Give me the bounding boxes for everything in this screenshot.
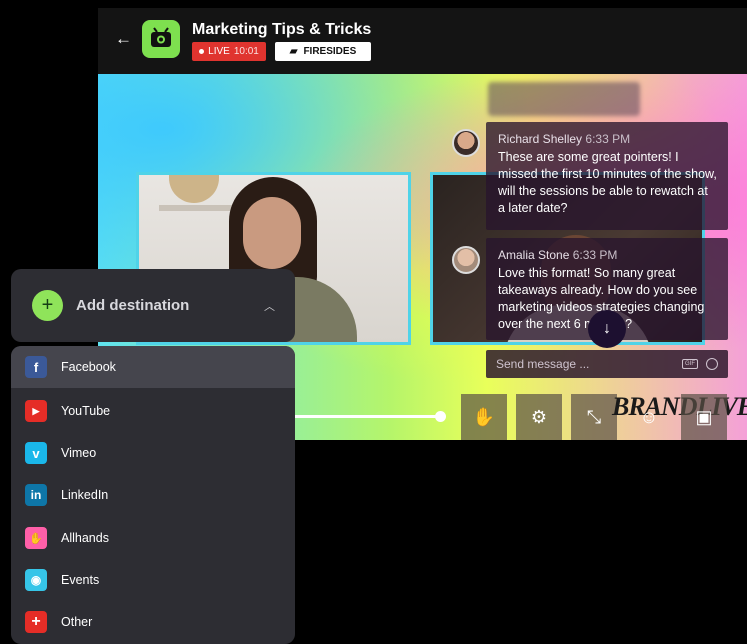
chat-author: Richard Shelley — [498, 132, 583, 146]
linkedin-icon: in — [25, 484, 47, 506]
volume-slider-track[interactable] — [294, 415, 440, 418]
chat-time: 6:33 PM — [572, 248, 618, 262]
arrow-down-icon: ↓ — [603, 320, 611, 337]
tv-icon — [151, 27, 171, 47]
facebook-icon: f — [25, 356, 47, 378]
chat-author: Amalia Stone — [498, 248, 570, 262]
chat-message: Richard Shelley 6:33 PM These are some g… — [486, 122, 728, 230]
blurred-caption — [488, 82, 640, 116]
emoji-add-icon: ☺ — [639, 406, 659, 427]
avatar — [452, 246, 480, 274]
raise-hand-off-button[interactable]: ✋ — [461, 394, 507, 440]
show-logo — [142, 20, 180, 58]
youtube-icon: ▶ — [25, 400, 47, 422]
live-dot-icon — [199, 49, 205, 54]
chevron-up-icon[interactable]: ︿ — [264, 298, 275, 314]
fireside-badge: ▰ FIRESIDES — [275, 42, 371, 61]
menu-item-linkedin[interactable]: in LinkedIn — [11, 474, 295, 516]
gif-icon[interactable]: GIF — [682, 359, 698, 369]
arrow-left-icon[interactable]: ← — [115, 29, 132, 49]
other-icon: + — [25, 611, 47, 633]
header-bar: ← Marketing Tips & Tricks LIVE 10:01 ▰ F… — [98, 8, 747, 74]
allhands-icon: ✋ — [25, 527, 47, 549]
live-label: LIVE — [208, 46, 230, 57]
vimeo-icon: v — [25, 442, 47, 464]
menu-item-label: Facebook — [61, 360, 116, 374]
menu-item-label: LinkedIn — [61, 488, 109, 502]
reactions-button[interactable]: ☺ — [626, 394, 672, 440]
send-message-input[interactable]: Send message ... GIF — [486, 350, 728, 378]
basket — [169, 175, 219, 203]
plus-icon: + — [32, 290, 63, 321]
chat-time: 6:33 PM — [585, 132, 631, 146]
fullscreen-button[interactable]: ⤡ — [571, 394, 617, 440]
live-badge: LIVE 10:01 — [192, 42, 266, 61]
chat-message-header: Richard Shelley 6:33 PM — [498, 132, 718, 146]
expand-icon: ⤡ — [586, 406, 602, 427]
chat-message-header: Amalia Stone 6:33 PM — [498, 248, 718, 262]
destination-menu: f Facebook ▶ YouTube v Vimeo in LinkedIn… — [11, 346, 295, 644]
fireside-label: FIRESIDES — [303, 46, 357, 57]
avatar — [452, 129, 480, 157]
menu-item-facebook[interactable]: f Facebook — [11, 346, 295, 388]
menu-item-label: Other — [61, 615, 93, 629]
menu-item-youtube[interactable]: ▶ YouTube — [11, 390, 295, 432]
speaker-face — [243, 197, 301, 269]
emoji-icon[interactable] — [706, 358, 718, 370]
add-destination-button[interactable]: + Add destination ︿ — [11, 269, 295, 342]
gear-icon: ⚙ — [530, 406, 548, 427]
menu-item-label: Vimeo — [61, 446, 97, 460]
send-message-placeholder: Send message ... — [496, 357, 590, 371]
menu-item-other[interactable]: + Other — [11, 601, 295, 643]
menu-item-label: Events — [61, 573, 100, 587]
menu-item-allhands[interactable]: ✋ Allhands — [11, 517, 295, 559]
menu-item-events[interactable]: ◉ Events — [11, 559, 295, 601]
input-icons: GIF — [682, 358, 718, 370]
volume-slider-knob[interactable] — [435, 411, 446, 422]
hand-off-icon: ✋ — [472, 406, 496, 427]
chat-bubbles-icon: ▰ — [289, 46, 298, 57]
menu-item-vimeo[interactable]: v Vimeo — [11, 432, 295, 474]
events-icon: ◉ — [25, 569, 47, 591]
menu-item-label: Allhands — [61, 531, 109, 545]
menu-item-label: YouTube — [61, 404, 111, 418]
scroll-down-button[interactable]: ↓ — [588, 310, 626, 348]
chat-text: These are some great pointers! I missed … — [498, 150, 717, 215]
page-title: Marketing Tips & Tricks — [192, 21, 372, 38]
add-destination-label: Add destination — [76, 297, 190, 314]
video-off-icon: ▣ — [695, 406, 713, 427]
camera-off-button[interactable]: ▣ — [681, 394, 727, 440]
live-timer: 10:01 — [233, 46, 259, 57]
settings-button[interactable]: ⚙ — [516, 394, 562, 440]
